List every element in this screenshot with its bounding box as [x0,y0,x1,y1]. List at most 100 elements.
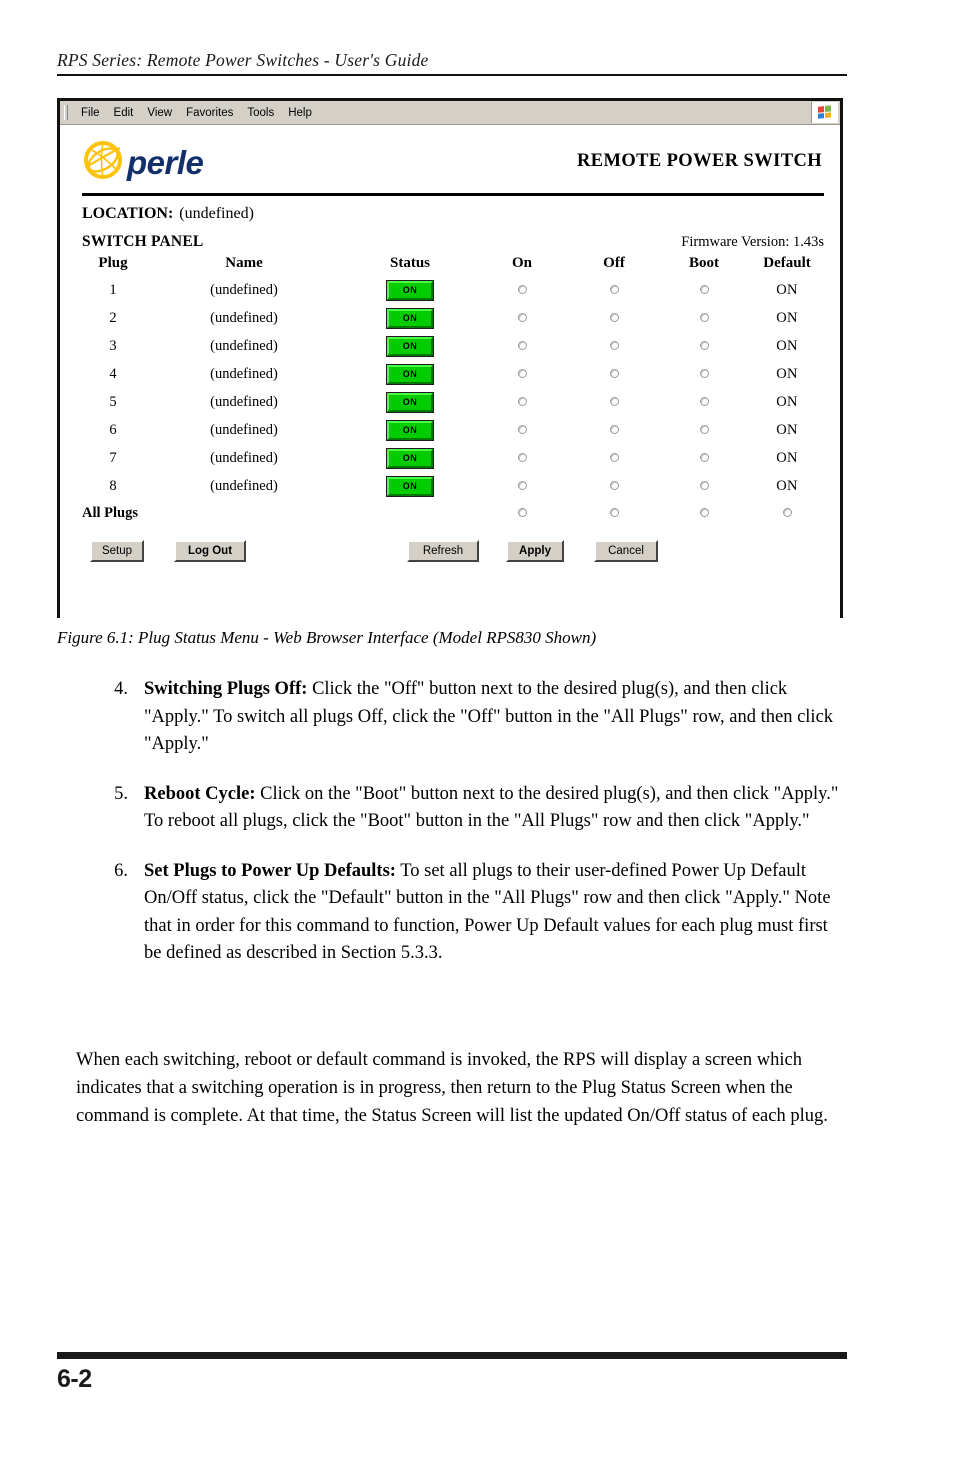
radio-off[interactable] [609,424,619,434]
cell-default: ON [748,416,826,444]
menu-item-edit[interactable]: Edit [107,106,141,120]
radio-on[interactable] [517,480,527,490]
cell-on [476,332,568,360]
status-indicator-on: ON [386,307,434,329]
apply-button[interactable]: Apply [506,540,564,562]
cell-status: ON [344,304,476,332]
table-row: 5 (undefined) ON ON [82,388,826,416]
radio-off[interactable] [609,368,619,378]
closing-paragraph: When each switching, reboot or default c… [76,1050,828,1126]
cell-plug-number: 2 [109,309,117,326]
switch-panel-header: SWITCH PANEL Firmware Version: 1.43s [82,233,824,251]
radio-boot[interactable] [699,424,709,434]
default-value: ON [776,421,798,438]
menu-grip-handle[interactable] [64,105,68,120]
table-row: 2 (undefined) ON ON [82,304,826,332]
radio-all-boot[interactable] [699,507,709,517]
radio-all-default[interactable] [782,507,792,517]
cell-allplugs-default [748,500,826,526]
cell-off [568,388,660,416]
location-label: LOCATION: [82,205,174,222]
location-value: (undefined) [179,205,254,222]
radio-boot[interactable] [699,452,709,462]
radio-on[interactable] [517,396,527,406]
menu-item-help[interactable]: Help [281,106,319,120]
cell-status: ON [344,472,476,500]
plug-status-table: Plug Name Status On Off Boot Default 1 (u… [82,253,826,526]
radio-off[interactable] [609,480,619,490]
cell-off [568,416,660,444]
cell-plug-number: 8 [109,477,117,494]
radio-on[interactable] [517,340,527,350]
cell-boot [660,360,748,388]
radio-boot[interactable] [699,480,709,490]
menu-item-view[interactable]: View [140,106,179,120]
cell-boot [660,332,748,360]
radio-on[interactable] [517,284,527,294]
cell-off [568,444,660,472]
radio-off[interactable] [609,396,619,406]
default-value: ON [776,365,798,382]
radio-off[interactable] [609,452,619,462]
cell-plug-number: 7 [109,449,117,466]
perle-globe-icon [82,139,124,181]
radio-on[interactable] [517,452,527,462]
menu-item-file[interactable]: File [74,106,107,120]
cell-allplugs-boot [660,500,748,526]
default-value: ON [776,477,798,494]
radio-all-off[interactable] [609,507,619,517]
device-title: REMOTE POWER SWITCH [576,151,822,171]
radio-off[interactable] [609,340,619,350]
cancel-button[interactable]: Cancel [594,540,658,562]
column-header-default: Default [763,255,811,271]
radio-on[interactable] [517,368,527,378]
cell-on [476,416,568,444]
radio-boot[interactable] [699,396,709,406]
cell-plug-number: 1 [109,281,117,298]
web-page-content: perle REMOTE POWER SWITCH LOCATION: (unde… [60,137,840,631]
column-header-boot: Boot [689,255,719,271]
step-term: Switching Plugs Off: [144,679,308,699]
logout-button[interactable]: Log Out [174,540,246,562]
menu-item-favorites[interactable]: Favorites [179,106,240,120]
windows-flag-icon[interactable] [811,102,838,123]
radio-boot[interactable] [699,284,709,294]
radio-off[interactable] [609,284,619,294]
radio-all-on[interactable] [517,507,527,517]
cell-on [476,360,568,388]
radio-off[interactable] [609,312,619,322]
radio-boot[interactable] [699,368,709,378]
perle-logo: perle [82,139,204,181]
setup-button[interactable]: Setup [90,540,144,562]
running-head: RPS Series: Remote Power Switches - User… [57,50,847,76]
step-term: Reboot Cycle: [144,783,256,804]
step-number: 6. [114,860,128,881]
radio-boot[interactable] [699,340,709,350]
cell-plug-name: (undefined) [210,449,278,466]
firmware-version: Firmware Version: 1.43s [681,234,824,250]
step-item: 6. Set Plugs to Power Up Defaults: To set… [98,858,848,968]
status-indicator-on: ON [386,447,434,469]
numbered-step-list: 4. Switching Plugs Off: Click the "Off" b… [98,676,848,990]
step-item: 5. Reboot Cycle: Click on the "Boot" butt… [98,781,848,836]
cell-default: ON [748,388,826,416]
radio-on[interactable] [517,312,527,322]
table-row: 1 (undefined) ON ON [82,276,826,304]
status-indicator-on: ON [386,279,434,301]
default-value: ON [776,449,798,466]
header-divider [82,193,824,196]
cell-default: ON [748,276,826,304]
cell-plug-number: 6 [109,421,117,438]
radio-boot[interactable] [699,312,709,322]
footer-rule [57,1352,847,1359]
menu-item-tools[interactable]: Tools [240,106,281,120]
table-row: 8 (undefined) ON ON [82,472,826,500]
cell-boot [660,276,748,304]
cell-plug-number: 4 [109,365,117,382]
cell-on [476,304,568,332]
status-indicator-on: ON [386,419,434,441]
refresh-button[interactable]: Refresh [407,540,479,562]
default-value: ON [776,281,798,298]
radio-on[interactable] [517,424,527,434]
status-indicator-on: ON [386,391,434,413]
